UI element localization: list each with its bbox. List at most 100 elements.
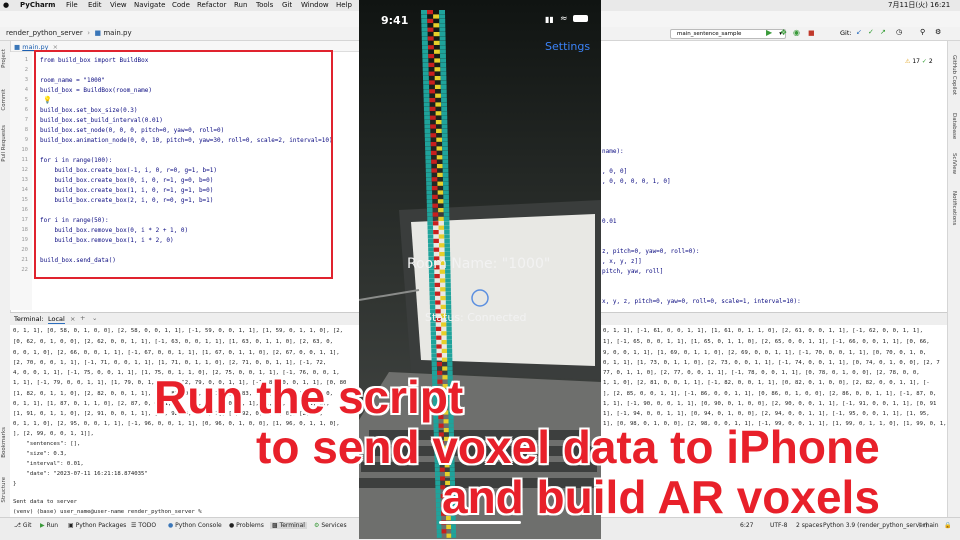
gear-icon[interactable]: ⚙ xyxy=(935,28,941,36)
debug-icon[interactable]: ❖ xyxy=(780,28,787,37)
voxel-box xyxy=(425,146,431,151)
breadcrumb-file[interactable]: main.py xyxy=(103,29,131,37)
inspection-widget[interactable]: ⚠ 17 ✓ 2 xyxy=(905,58,933,65)
menu-run[interactable]: Run xyxy=(234,0,247,11)
menu-file[interactable]: File xyxy=(66,0,78,11)
line-number: 5 xyxy=(24,97,28,103)
voxel-box xyxy=(445,304,452,309)
voxel-box xyxy=(439,243,445,248)
menu-refactor[interactable]: Refactor xyxy=(197,0,226,11)
voxel-box xyxy=(443,194,449,199)
breadcrumb-project[interactable]: render_python_server xyxy=(6,29,83,37)
search-icon[interactable]: ⚲ xyxy=(920,28,925,36)
voxel-box xyxy=(439,36,446,41)
tool-git[interactable]: ⎇ Git xyxy=(14,522,32,529)
menu-help[interactable]: Help xyxy=(336,0,352,11)
voxel-box xyxy=(443,186,449,191)
tool-services[interactable]: ⚙ Services xyxy=(314,522,347,529)
tool-notifications[interactable]: Notifications xyxy=(951,191,957,225)
terminal-line: Sent data to server xyxy=(13,499,77,505)
tab-terminal-local[interactable]: Local xyxy=(48,315,65,324)
voxel-box xyxy=(422,49,429,54)
line-number: 21 xyxy=(21,257,28,263)
menu-app-name[interactable]: PyCharm xyxy=(20,0,55,11)
status-encoding[interactable]: UTF-8 xyxy=(770,522,788,529)
voxel-box xyxy=(435,326,442,331)
tool-pull-requests[interactable]: Pull Requests xyxy=(1,125,7,162)
menu-git[interactable]: Git xyxy=(282,0,292,11)
stop-icon[interactable]: ■ xyxy=(808,29,815,37)
add-tab-icon[interactable]: + xyxy=(80,314,85,322)
voxel-box xyxy=(424,128,431,133)
coverage-icon[interactable]: ◉ xyxy=(793,28,800,37)
git-update-icon[interactable]: ↙ xyxy=(856,28,862,36)
voxel-box xyxy=(445,278,451,283)
code-line: , 0, 0, 0, 0, 1, 0] xyxy=(602,178,671,185)
menu-code[interactable]: Code xyxy=(172,0,190,11)
line-number: 18 xyxy=(21,227,28,233)
voxel-box xyxy=(440,287,446,292)
lock-icon[interactable]: 🔒 xyxy=(944,522,951,529)
voxel-box xyxy=(429,98,436,103)
close-icon[interactable]: × xyxy=(70,315,75,323)
terminal-line: "interval": 0.01, xyxy=(13,461,84,467)
status-branch[interactable]: ᛉ main xyxy=(918,522,939,529)
tool-run[interactable]: ▶ Run xyxy=(40,522,58,529)
voxel-box xyxy=(444,243,450,248)
voxel-box xyxy=(440,84,447,89)
menu-edit[interactable]: Edit xyxy=(88,0,102,11)
tool-terminal[interactable]: ▩ Terminal xyxy=(270,522,307,529)
settings-button[interactable]: Settings xyxy=(545,40,590,53)
status-interpreter[interactable]: Python 3.9 (render_python_server) xyxy=(823,522,928,529)
tool-python-packages[interactable]: ▣ Python Packages xyxy=(68,522,126,529)
laptop-screen xyxy=(411,214,595,366)
voxel-box xyxy=(427,45,434,50)
voxel-box xyxy=(433,23,440,28)
tool-project[interactable]: Project xyxy=(1,49,7,68)
tool-structure[interactable]: Structure xyxy=(1,477,7,503)
status-indent[interactable]: 2 spaces xyxy=(796,522,822,529)
voxel-box xyxy=(431,168,438,173)
tool-github-copilot[interactable]: GitHub Copilot xyxy=(951,55,957,95)
voxel-box xyxy=(441,115,448,120)
voxel-box xyxy=(423,84,430,89)
menu-tools[interactable]: Tools xyxy=(256,0,273,11)
voxel-box xyxy=(441,124,448,129)
voxel-box xyxy=(436,344,442,349)
git-commit-icon[interactable]: ✓ xyxy=(868,28,874,36)
voxel-box xyxy=(436,516,442,521)
tool-sciview[interactable]: SciView xyxy=(951,153,957,174)
tool-python-console[interactable]: ● Python Console xyxy=(168,522,222,529)
voxel-box xyxy=(424,124,431,129)
chevron-down-icon[interactable]: ⌄ xyxy=(92,314,97,322)
menu-window[interactable]: Window xyxy=(301,0,329,11)
terminal-line: 0, 1, 1], [1, 73, 0, 1, 1, 0], [2, 73, 0… xyxy=(603,360,940,366)
tool-commit[interactable]: Commit xyxy=(1,89,7,111)
tool-database[interactable]: Database xyxy=(951,113,957,139)
voxel-box xyxy=(442,146,448,151)
voxel-box xyxy=(426,177,432,182)
voxel-box xyxy=(444,247,451,252)
menu-navigate[interactable]: Navigate xyxy=(134,0,165,11)
voxel-box xyxy=(438,225,445,230)
voxel-box xyxy=(433,238,439,243)
voxel-box xyxy=(440,80,447,85)
tool-problems[interactable]: ● Problems xyxy=(229,522,264,529)
voxel-box xyxy=(435,498,441,503)
voxel-box xyxy=(439,32,446,37)
tool-todo[interactable]: ☰ TODO xyxy=(131,522,156,529)
voxel-box xyxy=(445,291,451,296)
menu-view[interactable]: View xyxy=(110,0,127,11)
voxel-box xyxy=(444,230,450,235)
voxel-box xyxy=(443,212,450,217)
terminal-line: 9, 0, 0, 1, 1], [1, 69, 0, 1, 1, 0], [2,… xyxy=(603,350,927,356)
voxel-box xyxy=(444,234,450,239)
history-icon[interactable]: ◷ xyxy=(896,28,902,36)
run-icon[interactable]: ▶ xyxy=(766,28,772,37)
git-push-icon[interactable]: ↗ xyxy=(880,28,886,36)
apple-icon[interactable]: ● xyxy=(3,0,9,11)
voxel-box xyxy=(427,216,433,221)
voxel-box xyxy=(422,62,429,67)
status-position[interactable]: 6:27 xyxy=(740,522,753,529)
tool-bookmarks[interactable]: Bookmarks xyxy=(1,427,7,458)
